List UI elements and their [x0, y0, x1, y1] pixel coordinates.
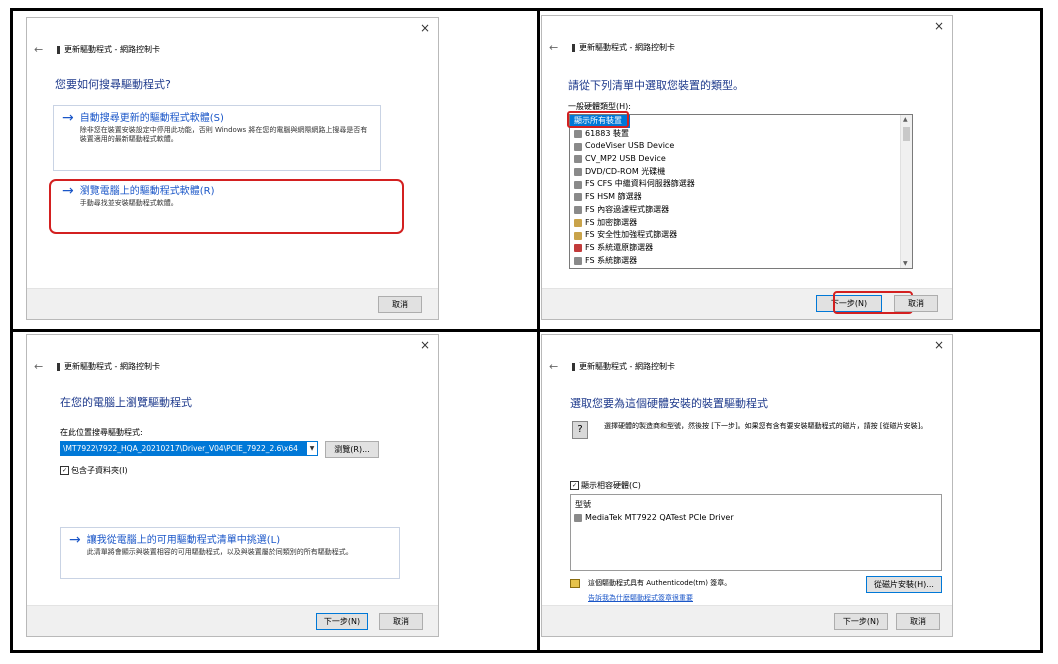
dialog-footer: 取消 [27, 288, 438, 319]
scrollbar-thumb[interactable] [903, 127, 910, 141]
include-subfolders-checkbox[interactable]: ✓ 包含子資料夾(I) [60, 465, 128, 476]
browse-button[interactable]: 瀏覽(R)... [325, 441, 379, 458]
back-arrow-icon[interactable]: ← [34, 360, 43, 373]
arrow-right-icon: → [69, 532, 81, 548]
grid-divider-horizontal [13, 329, 1040, 332]
filter-icon [574, 231, 582, 240]
close-icon[interactable]: × [934, 20, 944, 32]
chevron-down-icon[interactable]: ▼ [307, 442, 317, 455]
dialog-header: 更新驅動程式 - 網路控制卡 [57, 361, 160, 372]
filter-icon [574, 193, 582, 202]
filter-icon [574, 218, 582, 227]
list-item[interactable]: CV_MP2 USB Device [570, 153, 912, 166]
network-card-icon [572, 362, 575, 371]
dialog-footer: 下一步(N) 取消 [542, 605, 952, 636]
list-item[interactable]: FS 內容過濾程式篩選器 [570, 204, 912, 217]
filter-icon [574, 256, 582, 265]
dialog-header-text: 更新驅動程式 - 網路控制卡 [579, 43, 675, 52]
list-item[interactable]: FS 系統篩選器 [570, 255, 912, 268]
signature-status: 這個驅動程式具有 Authenticode(tm) 簽章。 [588, 579, 732, 587]
model-column-header: 型號 [575, 500, 591, 509]
cancel-button[interactable]: 取消 [894, 295, 938, 312]
close-icon[interactable]: × [934, 339, 944, 351]
network-adapter-icon [574, 514, 582, 523]
driver-path-input[interactable]: \MT7922\7922_HQA_20210217\Driver_V04\PCI… [60, 441, 318, 456]
option-pick-desc: 此清單將會顯示與裝置相容的可用驅動程式，以及與裝置屬於同類別的所有驅動程式。 [86, 548, 353, 556]
driver-path-value: \MT7922\7922_HQA_20210217\Driver_V04\PCI… [63, 444, 298, 453]
dialog-footer: 下一步(N) 取消 [542, 288, 952, 319]
dialog-device-type: × ← 更新驅動程式 - 網路控制卡 請從下列清單中選取您裝置的類型。 一般硬體… [541, 15, 953, 320]
next-button[interactable]: 下一步(N) [834, 613, 888, 630]
dialog-header-text: 更新驅動程式 - 網路控制卡 [579, 362, 675, 371]
arrow-right-icon: → [62, 110, 74, 126]
list-item[interactable]: MediaTek MT7922 QATest PCIe Driver [571, 512, 941, 525]
highlight-annotation [49, 179, 404, 234]
hardware-type-list[interactable]: 顯示所有裝置 61883 裝置 CodeViser USB Device CV_… [569, 114, 913, 269]
restore-icon [574, 244, 582, 253]
next-button[interactable]: 下一步(N) [316, 613, 368, 630]
list-item[interactable]: FS 加密篩選器 [570, 217, 912, 230]
page-title: 請從下列清單中選取您裝置的類型。 [568, 79, 744, 92]
device-icon [574, 142, 582, 151]
list-scrollbar[interactable]: ▲ ▼ [900, 115, 912, 268]
search-location-label: 在此位置搜尋驅動程式: [60, 428, 143, 437]
checkbox-checked-icon[interactable]: ✓ [570, 481, 579, 490]
network-card-icon [57, 362, 60, 371]
signing-info-link[interactable]: 告訴我為什麼驅動程式簽章很重要 [588, 593, 693, 603]
instruction-text: 選擇硬體的製造商和型號，然後按 [下一步]。如果您有含有要安裝驅動程式的磁片，請… [604, 422, 928, 430]
filter-icon [574, 180, 582, 189]
list-item[interactable]: FS 系統還原篩選器 [570, 242, 912, 255]
device-icon [574, 155, 582, 164]
list-item[interactable]: FS CFS 中繼資料伺服器篩選器 [570, 178, 912, 191]
dialog-header: 更新驅動程式 - 網路控制卡 [572, 42, 675, 53]
close-icon[interactable]: × [420, 22, 430, 34]
scroll-down-icon[interactable]: ▼ [903, 260, 908, 267]
list-item[interactable]: FS HSM 篩選器 [570, 191, 912, 204]
network-card-icon [572, 43, 575, 52]
list-item[interactable]: FS 安全性加強程式篩選器 [570, 229, 912, 242]
cancel-button[interactable]: 取消 [378, 296, 422, 313]
screenshot-grid: × ← 更新驅動程式 - 網路控制卡 您要如何搜尋驅動程式? → 自動搜尋更新的… [10, 8, 1043, 653]
page-title: 在您的電腦上瀏覽驅動程式 [60, 396, 192, 409]
close-icon[interactable]: × [420, 339, 430, 351]
dialog-header: 更新驅動程式 - 網路控制卡 [572, 361, 675, 372]
show-compatible-label: 顯示相容硬體(C) [581, 481, 641, 490]
option-auto-search[interactable]: → 自動搜尋更新的驅動程式軟體(S) 除非您在裝置安裝設定中停用此功能，否則 W… [53, 105, 381, 171]
highlight-annotation [567, 111, 629, 128]
dialog-search-method: × ← 更新驅動程式 - 網路控制卡 您要如何搜尋驅動程式? → 自動搜尋更新的… [26, 17, 439, 320]
option-pick-from-list[interactable]: → 讓我從電腦上的可用驅動程式清單中挑選(L) 此清單將會顯示與裝置相容的可用驅… [60, 527, 400, 579]
scroll-up-icon[interactable]: ▲ [903, 116, 908, 123]
back-arrow-icon[interactable]: ← [549, 41, 558, 54]
dvd-drive-icon [574, 168, 582, 177]
dialog-header-text: 更新驅動程式 - 網路控制卡 [64, 45, 160, 54]
option-auto-search-title: 自動搜尋更新的驅動程式軟體(S) [79, 113, 224, 124]
checkbox-checked-icon[interactable]: ✓ [60, 466, 69, 475]
option-auto-search-desc: 除非您在裝置安裝設定中停用此功能，否則 Windows 將在您的電腦與網際網路上… [79, 126, 368, 143]
page-title: 選取您要為這個硬體安裝的裝置驅動程式 [570, 397, 768, 410]
certificate-icon [570, 579, 580, 588]
filter-icon [574, 206, 582, 215]
dialog-browse-driver: × ← 更新驅動程式 - 網路控制卡 在您的電腦上瀏覽驅動程式 在此位置搜尋驅動… [26, 334, 439, 637]
option-pick-title: 讓我從電腦上的可用驅動程式清單中挑選(L) [86, 535, 281, 546]
hardware-info-icon: ? [572, 421, 588, 439]
list-item[interactable]: DVD/CD-ROM 光碟機 [570, 166, 912, 179]
show-compatible-checkbox[interactable]: ✓ 顯示相容硬體(C) [570, 480, 641, 491]
dialog-select-driver: × ← 更新驅動程式 - 網路控制卡 選取您要為這個硬體安裝的裝置驅動程式 ? … [541, 334, 953, 637]
network-card-icon [57, 45, 60, 54]
include-subfolders-label: 包含子資料夾(I) [71, 466, 128, 475]
page-title: 您要如何搜尋驅動程式? [55, 78, 171, 91]
cancel-button[interactable]: 取消 [896, 613, 940, 630]
dialog-header-text: 更新驅動程式 - 網路控制卡 [64, 362, 160, 371]
dialog-header: 更新驅動程式 - 網路控制卡 [57, 44, 160, 55]
have-disk-button[interactable]: 從磁片安裝(H)... [866, 576, 942, 593]
back-arrow-icon[interactable]: ← [549, 360, 558, 373]
dialog-footer: 下一步(N) 取消 [27, 605, 438, 636]
list-item[interactable]: CodeViser USB Device [570, 140, 912, 153]
cancel-button[interactable]: 取消 [379, 613, 423, 630]
list-item[interactable]: 61883 裝置 [570, 128, 912, 141]
driver-model-list[interactable]: 型號 MediaTek MT7922 QATest PCIe Driver [570, 494, 942, 571]
device-icon [574, 130, 582, 139]
back-arrow-icon[interactable]: ← [34, 43, 43, 56]
